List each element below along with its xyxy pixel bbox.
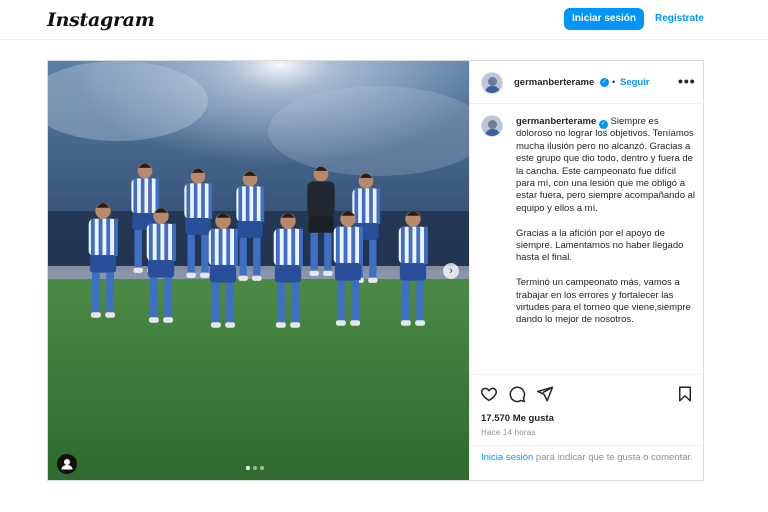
post-photo[interactable]: › [48, 61, 469, 480]
user-tag-icon[interactable] [57, 454, 77, 474]
post-card: › germanberterame ✓ • Seguir ••• germanb… [47, 60, 704, 481]
caption-author[interactable]: germanberterame [516, 116, 596, 127]
caption-area: germanberterame ✓ Siempre es doloroso no… [470, 105, 704, 373]
heart-icon[interactable] [480, 385, 498, 403]
login-prompt-text: para indicar que te gusta o comentar. [533, 452, 693, 463]
more-options-icon[interactable]: ••• [678, 73, 696, 89]
caption-author-avatar[interactable] [481, 115, 503, 137]
register-link[interactable]: Regístrate [655, 13, 704, 24]
carousel-dot [253, 466, 257, 470]
instagram-logo[interactable]: Instagram [47, 9, 155, 31]
carousel-indicator [246, 466, 264, 470]
caption-paragraph: Gracias a la afición por el apoyo de sie… [516, 227, 684, 264]
bookmark-icon[interactable] [676, 385, 694, 403]
carousel-dot [246, 466, 250, 470]
login-prompt: Inicia sesión para indicar que te gusta … [470, 445, 704, 464]
post-sidebar: germanberterame ✓ • Seguir ••• germanber… [469, 61, 704, 480]
login-button[interactable]: Iniciar sesión [564, 8, 644, 30]
login-link[interactable]: Inicia sesión [481, 452, 533, 463]
caption-paragraph: Terminó un campeonato más, vamos a traba… [516, 277, 691, 326]
post-header: germanberterame ✓ • Seguir ••• [470, 61, 704, 104]
carousel-next-button[interactable]: › [443, 263, 459, 279]
post-timestamp[interactable]: Hace 14 horas [481, 428, 536, 437]
verified-badge-icon: ✓ [598, 120, 608, 129]
action-bar [470, 374, 704, 414]
author-avatar[interactable] [481, 72, 503, 94]
comment-icon[interactable] [508, 385, 526, 403]
carousel-dot [260, 466, 264, 470]
team-photo-illustration [48, 61, 469, 480]
caption-text: germanberterame ✓ Siempre es doloroso no… [516, 116, 696, 339]
likes-count[interactable]: 17.570 Me gusta [481, 413, 554, 424]
chevron-right-icon: › [449, 265, 453, 277]
caption-paragraph: Siempre es doloroso no lograr los objeti… [516, 116, 696, 214]
dot-separator: • [612, 77, 616, 87]
verified-badge-icon: ✓ [600, 78, 609, 87]
paper-plane-icon[interactable] [536, 385, 554, 403]
follow-button[interactable]: Seguir [620, 77, 650, 88]
top-navigation-bar: Instagram Iniciar sesión Regístrate [0, 0, 768, 40]
author-username[interactable]: germanberterame [514, 77, 594, 88]
